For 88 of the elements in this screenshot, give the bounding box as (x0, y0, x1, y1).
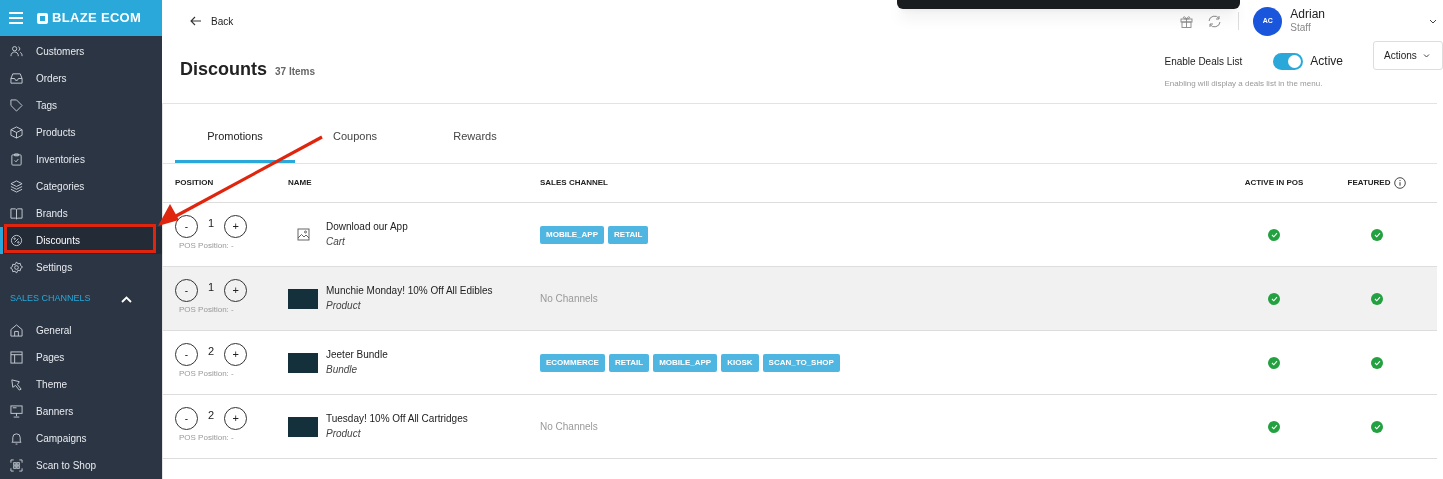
promotion-name: Tuesday! 10% Off All Cartridges (326, 411, 468, 426)
sidebar-item[interactable]: Pages (0, 344, 162, 371)
tab[interactable]: Rewards (415, 113, 535, 163)
no-channels-text: No Channels (540, 420, 598, 434)
layout-icon (10, 351, 23, 364)
monitor-icon (10, 405, 23, 418)
promotion-type: Product (326, 298, 362, 313)
position-value: 2 (208, 408, 215, 424)
sidebar-item[interactable]: Theme (0, 371, 162, 398)
channel-tag: MOBILE_APP (540, 225, 604, 244)
column-header: NAME (288, 177, 312, 189)
no-channels-text: No Channels (540, 292, 598, 306)
toggle-label: Active (1310, 53, 1343, 70)
column-header: SALES CHANNEL (540, 177, 608, 189)
sidebar-item[interactable]: Orders (0, 65, 162, 92)
pos-position: POS Position: - (178, 432, 235, 444)
sidebar-item[interactable]: Tags (0, 92, 162, 119)
layers-icon (10, 180, 23, 193)
promotion-type: Bundle (326, 362, 359, 377)
promotion-type: Product (326, 426, 362, 441)
tag-icon (10, 99, 23, 112)
sidebar-item[interactable]: General (0, 317, 162, 344)
tab[interactable]: Promotions (175, 113, 295, 163)
section-title: SALES CHANNELS (10, 292, 91, 306)
sidebar-item[interactable]: Categories (0, 173, 162, 200)
caret-icon (1422, 53, 1430, 58)
back-button[interactable]: Back (190, 13, 234, 29)
sidebar-item[interactable]: Banners (0, 398, 162, 425)
percent-icon (10, 234, 23, 247)
pos-position: POS Position: - (178, 304, 235, 316)
item-count: 37 Items (275, 65, 316, 79)
inbox-icon (10, 72, 23, 85)
bell-icon (10, 432, 23, 445)
promotion-name: Munchie Monday! 10% Off All Edibles (326, 283, 493, 298)
refresh-icon[interactable] (1207, 14, 1223, 28)
position-value: 1 (208, 216, 215, 232)
page-title: Discounts (180, 58, 267, 81)
sidebar-item[interactable]: Settings (0, 254, 162, 281)
brand-name: BLAZE ECOM (52, 9, 142, 28)
deals-hint: Enabling will display a deals list in the menu. (1164, 78, 1324, 90)
menu-icon[interactable] (9, 12, 23, 24)
photo-placeholder (288, 416, 318, 437)
promotion-name: Download our App (326, 219, 408, 234)
sidebar-item[interactable]: Brands (0, 200, 162, 227)
pos-position: POS Position: - (178, 240, 235, 252)
gift-icon[interactable] (1180, 14, 1194, 28)
pos-position: POS Position: - (178, 368, 235, 380)
column-header: ACTIVE IN POS (1244, 177, 1304, 189)
sidebar-item[interactable]: Customers (0, 38, 162, 65)
box-icon (10, 126, 23, 139)
info-icon[interactable] (1394, 177, 1407, 189)
position-value: 2 (208, 344, 215, 360)
actions-button[interactable]: Actions (1373, 41, 1443, 70)
sidebar-item[interactable]: Campaigns (0, 425, 162, 452)
sidebar-item[interactable]: Discounts (0, 227, 162, 254)
chevron-down-icon[interactable] (1429, 18, 1437, 24)
column-header: POSITION (175, 177, 214, 189)
channel-tag: KIOSK (721, 353, 759, 372)
deals-label: Enable Deals List (1164, 54, 1243, 69)
home-icon (10, 324, 23, 337)
photo-placeholder (288, 352, 318, 373)
position-value: 1 (208, 280, 215, 296)
sidebar-item[interactable]: Products (0, 119, 162, 146)
logo-icon (37, 12, 48, 24)
clipboard-icon (10, 153, 23, 166)
sidebar-item[interactable]: Inventories (0, 146, 162, 173)
image-placeholder-icon (296, 228, 310, 241)
book-icon (10, 207, 23, 220)
column-header: FEATURED (1347, 177, 1391, 189)
deals-toggle[interactable] (1273, 52, 1304, 70)
channel-tag: MOBILE_APP (653, 353, 718, 372)
sidebar-item[interactable]: Scan to Shop (0, 452, 162, 479)
promotion-name: Jeeter Bundle (326, 347, 388, 362)
channel-tag: RETAIL (608, 353, 650, 372)
photo-placeholder (288, 288, 318, 309)
user-role: Staff (1290, 22, 1312, 35)
chevron-icon[interactable] (121, 295, 132, 303)
scan-icon (10, 459, 23, 472)
tab[interactable]: Coupons (295, 113, 415, 163)
channel-tag: SCAN_TO_SHOP (762, 353, 840, 372)
back-arrow-icon (190, 16, 202, 26)
table-row[interactable]: - 1 + POS Position: - Munchie Monday! 10% Off All Edibles Product No Channels (163, 267, 1437, 331)
settings-icon (10, 261, 23, 274)
channel-tag: RETAIL (608, 225, 649, 244)
promotion-type: Cart (326, 234, 346, 249)
user-name: Adrian (1290, 7, 1325, 23)
users-icon (10, 45, 23, 58)
channel-tag: ECOMMERCE (540, 353, 605, 372)
